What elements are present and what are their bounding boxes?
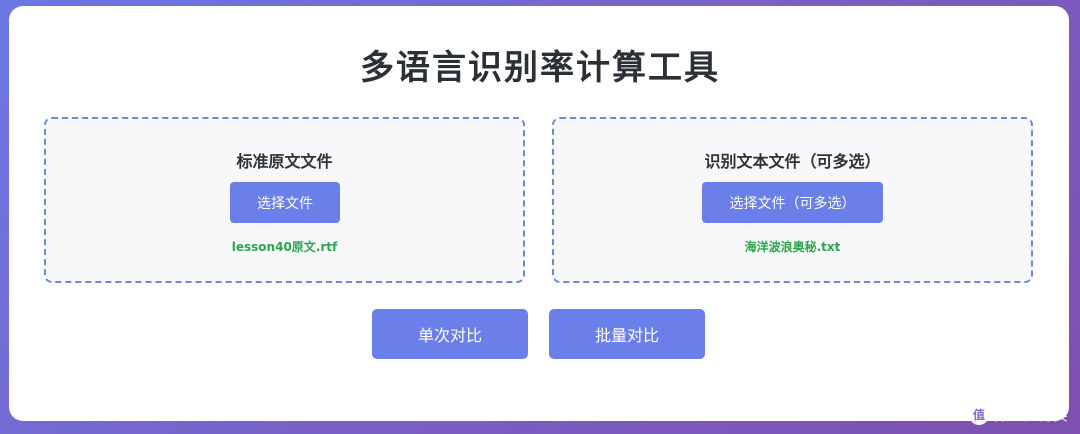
choose-standard-file-button[interactable]: 选择文件	[230, 182, 340, 223]
recognized-file-title: 识别文本文件（可多选）	[704, 152, 881, 171]
watermark: 值 什么值得买	[968, 404, 1068, 425]
single-compare-button[interactable]: 单次对比	[372, 309, 528, 359]
smzdm-logo-icon: 值	[968, 404, 989, 425]
standard-file-name: lesson40原文.rtf	[231, 240, 338, 254]
standard-file-title: 标准原文文件	[236, 152, 333, 171]
choose-recognized-files-button[interactable]: 选择文件（可多选）	[702, 182, 883, 223]
recognized-file-name: 海洋波浪奥秘.txt	[744, 240, 841, 254]
standard-file-panel: 标准原文文件 选择文件 lesson40原文.rtf	[44, 117, 525, 283]
watermark-text: 什么值得买	[992, 406, 1068, 424]
batch-compare-button[interactable]: 批量对比	[549, 309, 705, 359]
page-title: 多语言识别率计算工具	[360, 48, 720, 88]
recognized-file-panel: 识别文本文件（可多选） 选择文件（可多选） 海洋波浪奥秘.txt	[552, 117, 1033, 283]
